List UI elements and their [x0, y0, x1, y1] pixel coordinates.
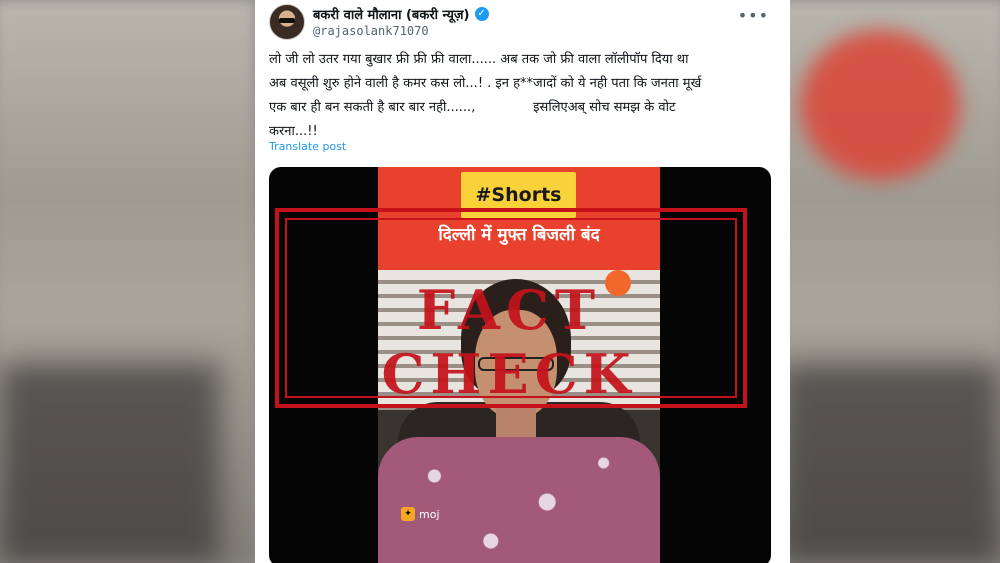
background-dark-left: [0, 363, 220, 563]
name-row: बकरी वाले मौलाना (बकरी न्यूज़) ✓: [313, 5, 489, 23]
user-handle[interactable]: @rajasolank71070: [313, 24, 429, 38]
display-name[interactable]: बकरी वाले मौलाना (बकरी न्यूज़): [313, 5, 470, 23]
tweet-text: लो जी लो उतर गया बुखार फ्री फ्री फ्री वा…: [269, 52, 702, 139]
verified-badge-icon: ✓: [474, 7, 489, 21]
tweet-card: बकरी वाले मौलाना (बकरी न्यूज़) ✓ @rajaso…: [255, 0, 790, 563]
background-red-blob: [800, 30, 960, 180]
person-dupatta: [378, 437, 660, 563]
fact-check-stamp-text: FACT CHECK: [381, 278, 637, 406]
background-dark-right: [780, 363, 1000, 563]
avatar[interactable]: [269, 4, 305, 40]
moj-logo-icon: ✦: [401, 507, 415, 521]
tweet-header: बकरी वाले मौलाना (बकरी न्यूज़) ✓ @rajaso…: [269, 4, 779, 44]
moj-watermark-text: moj: [419, 507, 440, 521]
translate-post-link[interactable]: Translate post: [269, 140, 346, 153]
moj-watermark: ✦ moj: [401, 507, 440, 521]
tweet-media[interactable]: #Shorts दिल्ली में मुफ्त बिजली बंद ✦ moj…: [269, 167, 771, 563]
more-options-icon[interactable]: •••: [738, 6, 769, 25]
fact-check-stamp: FACT CHECK: [275, 208, 747, 408]
